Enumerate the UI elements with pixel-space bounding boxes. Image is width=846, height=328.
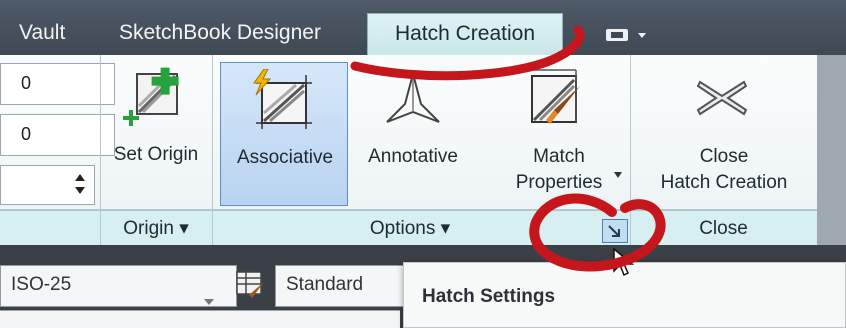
set-origin-label: Set Origin: [113, 144, 199, 165]
chevron-down-icon: [203, 282, 215, 305]
spinner-arrows-icon[interactable]: [70, 169, 90, 199]
match-properties-label-line2: Properties: [515, 172, 603, 193]
tab-sketchbook-designer[interactable]: SketchBook Designer: [119, 0, 321, 55]
set-origin-icon: [123, 66, 187, 130]
dimension-style-dropdown[interactable]: ISO-25: [0, 265, 237, 307]
hatch-settings-launcher-icon[interactable]: [602, 219, 628, 243]
close-icon: [694, 78, 750, 118]
hatch-value-field-3[interactable]: [0, 165, 95, 205]
annotative-label: Annotative: [368, 146, 458, 167]
tab-hatch-creation[interactable]: Hatch Creation: [367, 13, 563, 56]
associative-hatch-icon: [250, 68, 316, 133]
lower-toolbar: [0, 310, 400, 328]
ribbon-tab-bar: Vault SketchBook Designer Hatch Creation: [0, 0, 846, 56]
workspace-toggle-icon[interactable]: [604, 24, 650, 48]
match-properties-label-line1: Match: [533, 146, 585, 167]
annotative-icon: [383, 70, 443, 130]
panel-options-title[interactable]: Options ▾: [300, 210, 520, 245]
annotative-button[interactable]: Annotative: [349, 62, 477, 206]
panel-origin-title[interactable]: Origin ▾: [100, 210, 212, 245]
panel-close-title: Close: [699, 218, 748, 239]
tooltip-title: Hatch Settings: [422, 286, 556, 307]
tab-vault[interactable]: Vault: [19, 0, 65, 55]
match-properties-button[interactable]: Match Properties: [495, 62, 623, 206]
close-label-line1: Close: [699, 146, 749, 167]
match-properties-icon: [524, 66, 586, 132]
ribbon-edge: [817, 55, 846, 245]
hatch-value-field-1[interactable]: 0: [0, 63, 115, 105]
table-style-icon[interactable]: [234, 268, 268, 302]
set-origin-button[interactable]: Set Origin: [104, 60, 208, 205]
hatch-value-field-2[interactable]: 0: [0, 114, 115, 156]
associative-label: Associative: [236, 147, 334, 168]
mouse-cursor-icon: [612, 247, 636, 277]
close-hatch-creation-button[interactable]: Close Hatch Creation: [634, 60, 814, 206]
associative-button[interactable]: Associative: [220, 62, 348, 206]
dropdown-arrow-icon[interactable]: [613, 166, 623, 178]
close-label-line2: Hatch Creation: [660, 172, 788, 193]
